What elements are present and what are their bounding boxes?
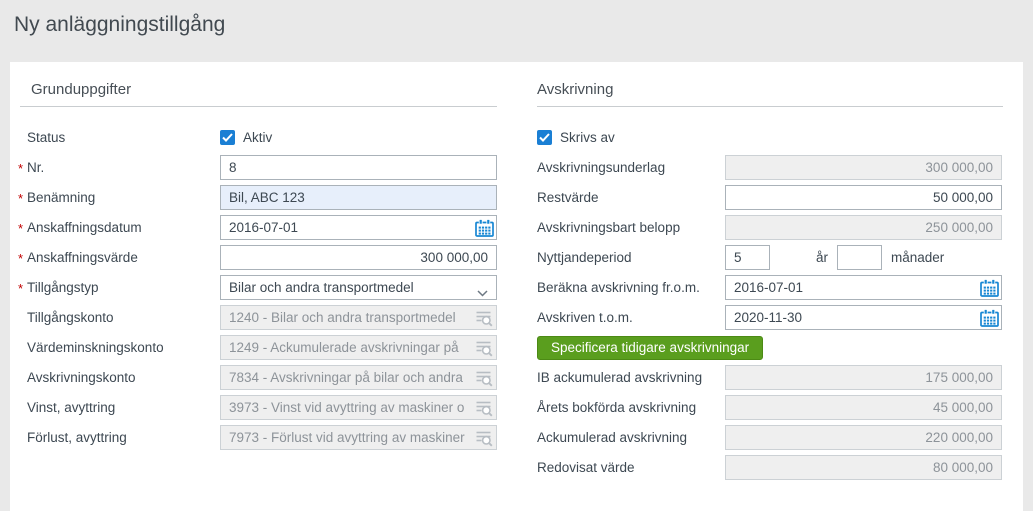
anskaffningsvarde-label: *Anskaffningsvärde <box>20 250 220 265</box>
ib-ackumulerad-input <box>725 365 1002 390</box>
row-forlust-avyttring: Förlust, avyttring <box>20 425 497 450</box>
row-avskrivningskonto: Avskrivningskonto <box>20 365 497 390</box>
row-skrivs-av: Skrivs av <box>537 125 1003 150</box>
avskrivningsbart-belopp-input <box>725 215 1002 240</box>
avskriven-tom-input[interactable] <box>725 305 1002 330</box>
section-avskrivning: Avskrivning Skrivs av Avskrivningsunderl… <box>537 81 1003 480</box>
check-icon <box>222 133 233 142</box>
restvarde-input[interactable] <box>725 185 1002 210</box>
avskriven-tom-label: Avskriven t.o.m. <box>537 310 725 325</box>
avskrivningsunderlag-label: Avskrivningsunderlag <box>537 160 725 175</box>
berakna-avskrivning-input[interactable] <box>725 275 1002 300</box>
arets-bokforda-label: Årets bokförda avskrivning <box>537 400 725 415</box>
aktiv-checkbox-label: Aktiv <box>243 130 272 145</box>
specificera-tidigare-avskrivningar-button[interactable]: Specificera tidigare avskrivningar <box>537 336 763 360</box>
avskrivningskonto-label: Avskrivningskonto <box>20 370 220 385</box>
tillgangskonto-input <box>220 305 497 330</box>
account-lookup-icon[interactable] <box>474 338 494 357</box>
avskrivningsunderlag-input <box>725 155 1002 180</box>
months-unit-label: månader <box>891 250 944 265</box>
row-ib-ackumulerad: IB ackumulerad avskrivning <box>537 365 1003 390</box>
redovisat-varde-label: Redovisat värde <box>537 460 725 475</box>
tillgangstyp-select[interactable]: Bilar och andra transportmedel <box>220 275 497 300</box>
vardeminskningskonto-input <box>220 335 497 360</box>
nyttjandeperiod-months-input[interactable] <box>837 245 882 270</box>
anskaffningsvarde-input[interactable] <box>220 245 497 270</box>
vinst-avyttring-label: Vinst, avyttring <box>20 400 220 415</box>
restvarde-label: Restvärde <box>537 190 725 205</box>
row-restvarde: Restvärde <box>537 185 1003 210</box>
row-anskaffningsdatum: *Anskaffningsdatum <box>20 215 497 240</box>
row-berakna-avskrivning: Beräkna avskrivning fr.o.m. <box>537 275 1003 300</box>
forlust-avyttring-label: Förlust, avyttring <box>20 430 220 445</box>
vinst-avyttring-input <box>220 395 497 420</box>
required-marker: * <box>18 281 23 296</box>
row-vinst-avyttring: Vinst, avyttring <box>20 395 497 420</box>
account-lookup-icon[interactable] <box>474 398 494 417</box>
arets-bokforda-input <box>725 395 1002 420</box>
berakna-avskrivning-label: Beräkna avskrivning fr.o.m. <box>537 280 725 295</box>
nyttjandeperiod-label: Nyttjandeperiod <box>537 250 725 265</box>
status-label: Status <box>20 130 220 145</box>
required-marker: * <box>18 251 23 266</box>
required-marker: * <box>18 191 23 206</box>
ib-ackumulerad-label: IB ackumulerad avskrivning <box>537 370 725 385</box>
tillgangstyp-selected-value: Bilar och andra transportmedel <box>229 280 414 295</box>
row-benamning: *Benämning <box>20 185 497 210</box>
anskaffningsdatum-label: *Anskaffningsdatum <box>20 220 220 235</box>
skrivs-av-checkbox-label: Skrivs av <box>560 130 615 145</box>
row-specificera-button: Specificera tidigare avskrivningar <box>537 335 1003 360</box>
row-avskriven-tom: Avskriven t.o.m. <box>537 305 1003 330</box>
aktiv-checkbox[interactable] <box>220 130 235 145</box>
calendar-icon[interactable] <box>979 278 999 297</box>
row-status: Status Aktiv <box>20 125 497 150</box>
row-redovisat-varde: Redovisat värde <box>537 455 1003 480</box>
form-card: Grunduppgifter Status Aktiv *Nr. *Benämn… <box>10 62 1023 511</box>
row-tillgangskonto: Tillgångskonto <box>20 305 497 330</box>
ackumulerad-input <box>725 425 1002 450</box>
row-nyttjandeperiod: Nyttjandeperiod år månader <box>537 245 1003 270</box>
avskrivningskonto-input <box>220 365 497 390</box>
skrivs-av-checkbox[interactable] <box>537 130 552 145</box>
row-nr: *Nr. <box>20 155 497 180</box>
ackumulerad-label: Ackumulerad avskrivning <box>537 430 725 445</box>
section-grunduppgifter: Grunduppgifter Status Aktiv *Nr. *Benämn… <box>20 81 497 450</box>
benamning-label: *Benämning <box>20 190 220 205</box>
row-vardeminskningskonto: Värdeminskningskonto <box>20 335 497 360</box>
calendar-icon[interactable] <box>979 308 999 327</box>
nr-input[interactable] <box>220 155 497 180</box>
avskrivningsbart-belopp-label: Avskrivningsbart belopp <box>537 220 725 235</box>
row-tillgangstyp: *Tillgångstyp Bilar och andra transportm… <box>20 275 497 300</box>
vardeminskningskonto-label: Värdeminskningskonto <box>20 340 220 355</box>
anskaffningsdatum-input[interactable] <box>220 215 497 240</box>
page-title: Ny anläggningstillgång <box>0 0 1033 37</box>
calendar-icon[interactable] <box>474 218 494 237</box>
nr-label: *Nr. <box>20 160 220 175</box>
chevron-down-icon <box>477 285 488 300</box>
required-marker: * <box>18 161 23 176</box>
benamning-input[interactable] <box>220 185 497 210</box>
tillgangskonto-label: Tillgångskonto <box>20 310 220 325</box>
years-unit-label: år <box>816 250 828 265</box>
tillgangstyp-label: *Tillgångstyp <box>20 280 220 295</box>
account-lookup-icon[interactable] <box>474 308 494 327</box>
row-avskrivningsbart-belopp: Avskrivningsbart belopp <box>537 215 1003 240</box>
section-heading-avskrivning: Avskrivning <box>537 81 1003 107</box>
required-marker: * <box>18 221 23 236</box>
section-heading-grunduppgifter: Grunduppgifter <box>20 81 497 107</box>
row-arets-bokforda: Årets bokförda avskrivning <box>537 395 1003 420</box>
account-lookup-icon[interactable] <box>474 368 494 387</box>
redovisat-varde-input <box>725 455 1002 480</box>
row-anskaffningsvarde: *Anskaffningsvärde <box>20 245 497 270</box>
forlust-avyttring-input <box>220 425 497 450</box>
account-lookup-icon[interactable] <box>474 428 494 447</box>
check-icon <box>539 133 550 142</box>
row-avskrivningsunderlag: Avskrivningsunderlag <box>537 155 1003 180</box>
nyttjandeperiod-years-input[interactable] <box>725 245 770 270</box>
row-ackumulerad: Ackumulerad avskrivning <box>537 425 1003 450</box>
